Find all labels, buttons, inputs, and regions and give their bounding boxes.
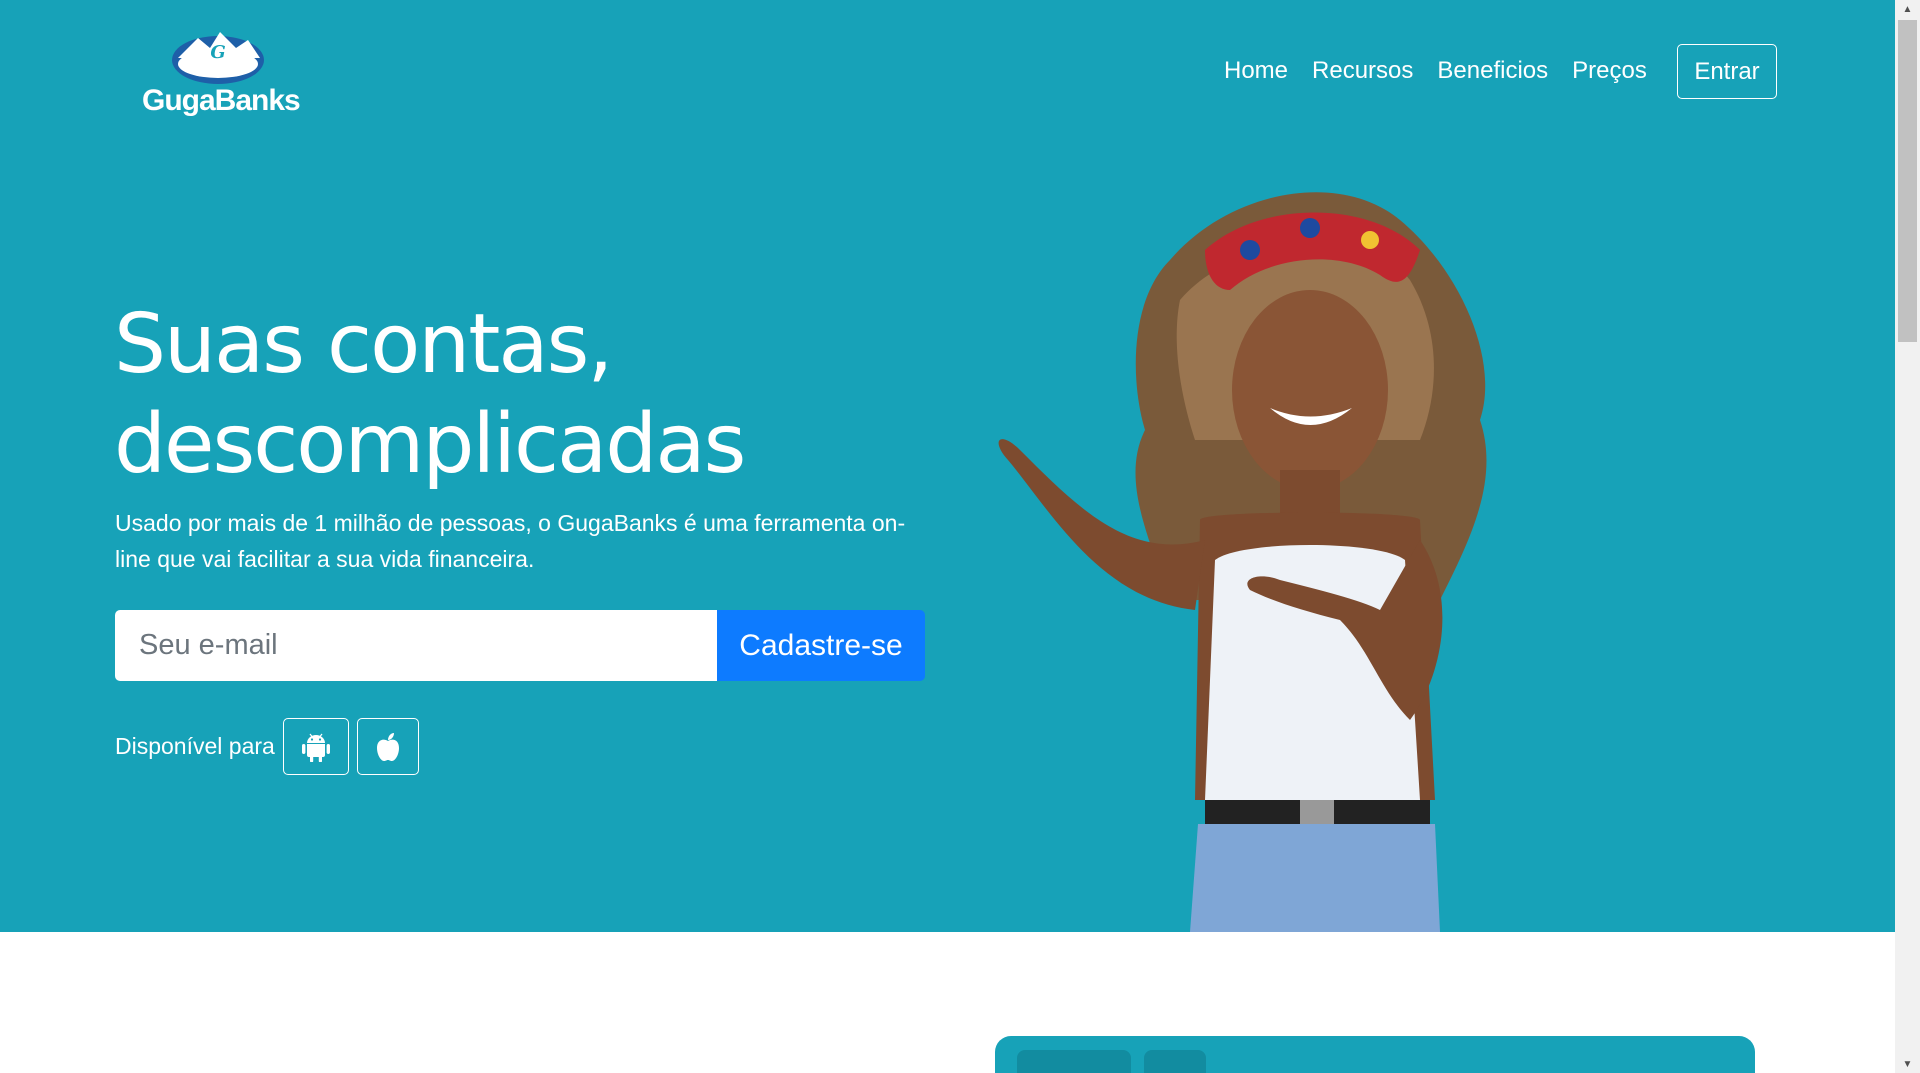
scroll-thumb[interactable]: [1898, 20, 1917, 342]
android-icon: [301, 733, 330, 762]
feature-card-preview: [995, 1036, 1755, 1073]
apple-icon: [376, 732, 399, 761]
brand-logo[interactable]: G GugaBanks: [140, 26, 310, 122]
hero-section: G GugaBanks Home Recursos Beneficios Pre…: [0, 0, 1895, 932]
vertical-scrollbar[interactable]: ▲ ▼: [1895, 0, 1920, 1073]
nav-link-home[interactable]: Home: [1224, 57, 1288, 85]
scroll-down-arrow-icon[interactable]: ▼: [1895, 1055, 1920, 1073]
nav-link-precos[interactable]: Preços: [1572, 57, 1647, 85]
page: G GugaBanks Home Recursos Beneficios Pre…: [0, 0, 1895, 1073]
hero-lead: Usado por mais de 1 milhão de pessoas, o…: [115, 510, 906, 572]
nav-link-beneficios[interactable]: Beneficios: [1437, 57, 1548, 85]
signup-button[interactable]: Cadastre-se: [717, 610, 925, 681]
hero-woman-image: [980, 180, 1560, 932]
apple-button[interactable]: [356, 718, 419, 775]
svg-text:G: G: [210, 42, 225, 63]
signup-form: Cadastre-se: [115, 610, 925, 681]
email-input[interactable]: [115, 610, 717, 681]
cloud-logo-icon: G: [172, 32, 264, 84]
login-button[interactable]: Entrar: [1677, 44, 1777, 99]
brand-name: GugaBanks: [142, 84, 301, 117]
scroll-up-arrow-icon[interactable]: ▲: [1895, 0, 1920, 18]
hero-headline: Suas contas, descomplicadas: [114, 297, 746, 492]
card-tab: [1144, 1050, 1206, 1073]
app-availability: Disponível para: [115, 718, 419, 775]
available-label: Disponível para: [115, 733, 275, 759]
android-button[interactable]: [282, 718, 349, 775]
main-nav: Home Recursos Beneficios Preços: [1224, 57, 1647, 85]
card-tab: [1017, 1050, 1131, 1073]
nav-link-recursos[interactable]: Recursos: [1312, 57, 1413, 85]
